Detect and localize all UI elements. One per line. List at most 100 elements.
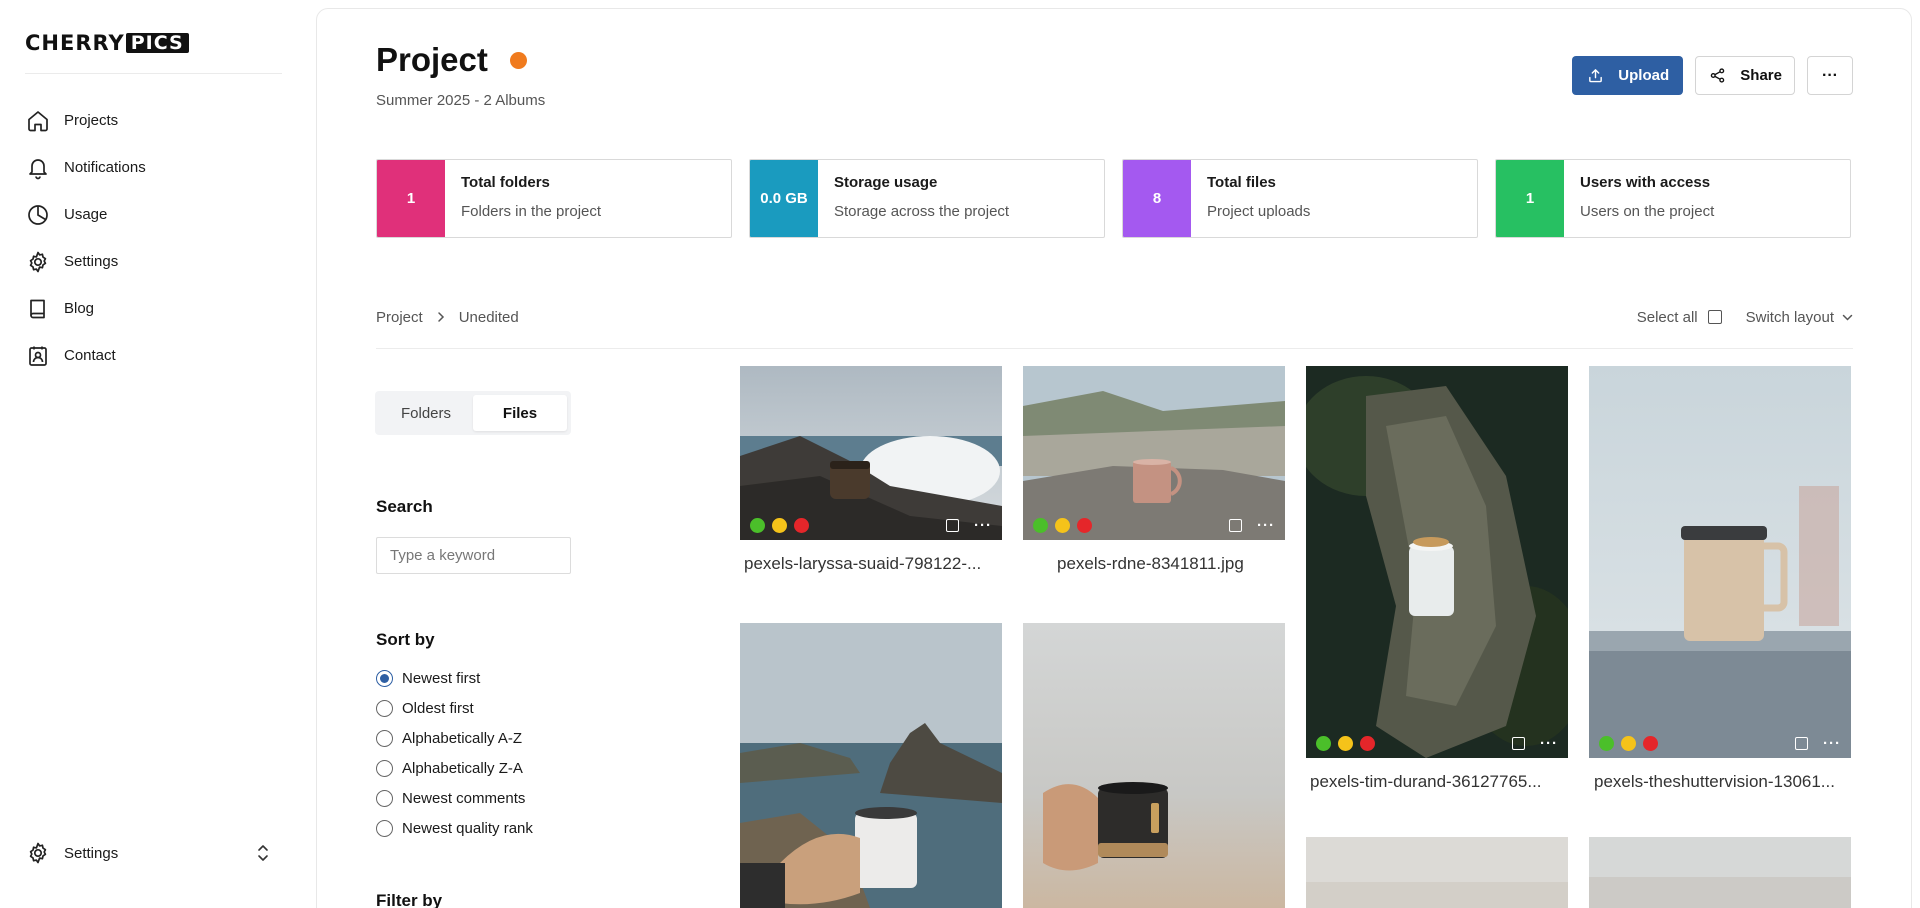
stat-subtitle: Project uploads bbox=[1207, 203, 1311, 220]
file-name: pexels-rdne-8341811.jpg bbox=[1057, 554, 1244, 573]
file-select-checkbox[interactable] bbox=[946, 518, 959, 532]
stat-title: Storage usage bbox=[834, 174, 938, 191]
gear-icon bbox=[25, 840, 51, 866]
gear-icon bbox=[25, 249, 51, 275]
label-yellow-dot[interactable] bbox=[1338, 735, 1353, 751]
more-horizontal-icon[interactable]: ··· bbox=[1257, 518, 1275, 533]
more-options-button[interactable]: ··· bbox=[1807, 56, 1853, 95]
sort-option-alpha-az[interactable]: Alphabetically A-Z bbox=[376, 723, 533, 753]
sidebar-item-label: Blog bbox=[64, 300, 95, 317]
stat-card-users: 1 Users with access Users on the project bbox=[1495, 159, 1851, 238]
share-button-label: Share bbox=[1740, 67, 1782, 84]
label-yellow-dot[interactable] bbox=[772, 517, 787, 533]
label-red-dot[interactable] bbox=[1643, 735, 1658, 751]
gallery-toolbar: Select all Switch layout bbox=[1637, 307, 1853, 327]
file-thumbnail bbox=[1589, 837, 1851, 908]
stat-subtitle: Storage across the project bbox=[834, 203, 1010, 220]
sidebar-item-settings[interactable]: Settings bbox=[25, 238, 146, 285]
file-tile[interactable]: ··· bbox=[1023, 366, 1285, 540]
file-select-checkbox[interactable] bbox=[1512, 736, 1525, 750]
bell-icon bbox=[25, 155, 51, 181]
label-green-dot[interactable] bbox=[1316, 735, 1331, 751]
settings-menu-toggle[interactable]: Settings bbox=[25, 838, 270, 868]
search-input[interactable] bbox=[376, 537, 571, 574]
label-green-dot[interactable] bbox=[1033, 517, 1048, 533]
radio-button[interactable] bbox=[376, 819, 393, 837]
page-subtitle: Summer 2025 - 2 Albums bbox=[376, 92, 546, 109]
sort-option-newest-first[interactable]: Newest first bbox=[376, 663, 533, 693]
radio-button[interactable] bbox=[376, 789, 393, 807]
sort-option-oldest-first[interactable]: Oldest first bbox=[376, 693, 533, 723]
stat-value: 0.0 GB bbox=[750, 160, 818, 237]
sidebar-item-contact[interactable]: Contact bbox=[25, 332, 146, 379]
label-red-dot[interactable] bbox=[1360, 735, 1375, 751]
file-thumbnail bbox=[1306, 366, 1568, 758]
radio-button[interactable] bbox=[376, 759, 393, 777]
more-horizontal-icon[interactable]: ··· bbox=[974, 518, 992, 533]
upload-button[interactable]: Upload bbox=[1572, 56, 1684, 95]
label-red-dot[interactable] bbox=[794, 517, 809, 533]
file-select-checkbox[interactable] bbox=[1795, 736, 1808, 750]
stat-subtitle: Users on the project bbox=[1580, 203, 1715, 220]
tab-folders[interactable]: Folders bbox=[379, 395, 473, 431]
sidebar-item-projects[interactable]: Projects bbox=[25, 97, 146, 144]
select-all-checkbox[interactable] bbox=[1707, 310, 1722, 324]
share-button[interactable]: Share bbox=[1695, 56, 1795, 95]
file-tile[interactable]: ··· bbox=[1589, 366, 1851, 758]
logo-text-pics: PICS bbox=[125, 33, 189, 53]
stat-title: Total folders bbox=[461, 174, 550, 191]
switch-layout-dropdown[interactable]: Switch layout bbox=[1746, 309, 1853, 326]
brand-logo[interactable]: CHERRY PICS bbox=[25, 31, 189, 55]
sort-option-alpha-za[interactable]: Alphabetically Z-A bbox=[376, 753, 533, 783]
file-tile[interactable] bbox=[1023, 623, 1285, 908]
breadcrumb-root[interactable]: Project bbox=[376, 309, 423, 326]
stat-value: 1 bbox=[1496, 160, 1564, 237]
file-tile[interactable]: ··· bbox=[1306, 366, 1568, 758]
breadcrumb: Project Unedited bbox=[376, 307, 519, 327]
stat-card-storage: 0.0 GB Storage usage Storage across the … bbox=[749, 159, 1105, 238]
more-horizontal-icon: ··· bbox=[1822, 66, 1838, 84]
upload-icon bbox=[1586, 67, 1604, 85]
tab-files[interactable]: Files bbox=[473, 395, 567, 431]
stat-title: Users with access bbox=[1580, 174, 1711, 191]
search-heading: Search bbox=[376, 497, 433, 516]
pie-chart-icon bbox=[25, 202, 51, 228]
file-tile[interactable] bbox=[740, 623, 1002, 908]
more-horizontal-icon[interactable]: ··· bbox=[1540, 736, 1558, 751]
stat-value: 8 bbox=[1123, 160, 1191, 237]
file-tile[interactable] bbox=[1306, 837, 1568, 908]
file-select-checkbox[interactable] bbox=[1229, 518, 1242, 532]
radio-button[interactable] bbox=[376, 729, 393, 747]
label-green-dot[interactable] bbox=[750, 517, 765, 533]
sort-option-newest-comments[interactable]: Newest comments bbox=[376, 783, 533, 813]
home-icon bbox=[25, 108, 51, 134]
radio-button[interactable] bbox=[376, 669, 393, 687]
page-title: Project bbox=[376, 41, 488, 78]
file-tile[interactable]: ··· bbox=[740, 366, 1002, 540]
radio-button[interactable] bbox=[376, 699, 393, 717]
chevron-down-icon bbox=[1842, 314, 1853, 321]
file-tile-controls: ··· bbox=[1589, 728, 1851, 758]
sidebar: CHERRY PICS Projects Notifications Usage bbox=[0, 0, 316, 908]
sidebar-item-notifications[interactable]: Notifications bbox=[25, 144, 146, 191]
label-red-dot[interactable] bbox=[1077, 517, 1092, 533]
file-tile[interactable] bbox=[1589, 837, 1851, 908]
settings-menu-label: Settings bbox=[64, 844, 119, 862]
file-thumbnail bbox=[740, 623, 1002, 908]
sort-option-newest-quality-rank[interactable]: Newest quality rank bbox=[376, 813, 533, 843]
more-horizontal-icon[interactable]: ··· bbox=[1823, 736, 1841, 751]
file-tile-controls: ··· bbox=[740, 510, 1002, 540]
upload-button-label: Upload bbox=[1618, 67, 1670, 84]
sidebar-item-blog[interactable]: Blog bbox=[25, 285, 146, 332]
label-green-dot[interactable] bbox=[1599, 735, 1614, 751]
sort-option-label: Newest quality rank bbox=[402, 819, 533, 837]
page-header: Project bbox=[376, 41, 527, 79]
sidebar-item-usage[interactable]: Usage bbox=[25, 191, 146, 238]
sidebar-item-label: Contact bbox=[64, 347, 116, 364]
file-thumbnail bbox=[1589, 366, 1851, 758]
sidebar-item-label: Usage bbox=[64, 206, 108, 223]
label-yellow-dot[interactable] bbox=[1621, 735, 1636, 751]
sort-option-label: Alphabetically Z-A bbox=[402, 759, 523, 777]
sidebar-item-label: Notifications bbox=[64, 159, 146, 176]
label-yellow-dot[interactable] bbox=[1055, 517, 1070, 533]
